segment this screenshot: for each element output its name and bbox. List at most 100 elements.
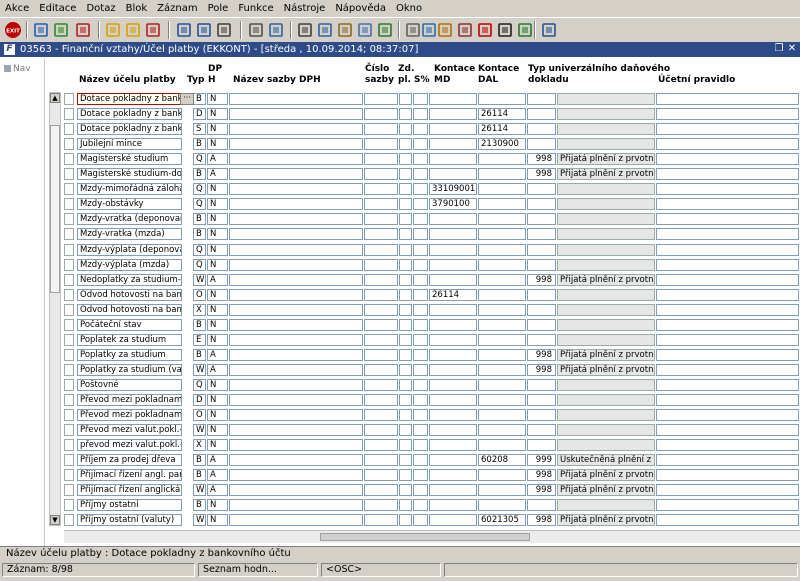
cell-dal[interactable]: 26114 (478, 108, 526, 121)
cell-sazba[interactable] (229, 333, 363, 346)
cell-sazba[interactable] (229, 348, 363, 361)
cell-s[interactable] (413, 258, 428, 271)
cell-s[interactable] (413, 303, 428, 316)
cut-icon[interactable] (296, 21, 314, 39)
cell-s[interactable] (413, 273, 428, 286)
cell-cislo[interactable] (364, 363, 398, 376)
cell-nazev[interactable]: Počáteční stav (77, 318, 182, 331)
cell-typ[interactable]: W (193, 514, 206, 527)
cell-s[interactable] (413, 93, 428, 105)
cell-sazba[interactable] (229, 123, 363, 136)
cell-zd[interactable] (399, 138, 412, 151)
row-indicator[interactable] (64, 303, 74, 316)
cell-zd[interactable] (399, 228, 412, 241)
cell-md[interactable]: 3790100 (429, 198, 477, 211)
cell-dph[interactable]: A (207, 484, 228, 497)
cell-sazba[interactable] (229, 198, 363, 211)
cell-nazev[interactable]: Poplatek za studium (77, 333, 182, 346)
row-indicator[interactable] (64, 333, 74, 346)
query-icon[interactable] (104, 21, 122, 39)
horizontal-scroll-thumb[interactable] (320, 533, 530, 541)
cell-dal[interactable] (478, 243, 526, 256)
cell-nazev[interactable]: Nedoplatky za studium-zahr.st. (77, 273, 182, 286)
cell-ucetni[interactable] (656, 514, 799, 527)
cell-num[interactable] (527, 138, 556, 151)
cell-dal[interactable] (478, 348, 526, 361)
cell-s[interactable] (413, 363, 428, 376)
cell-dph[interactable]: N (207, 333, 228, 346)
row-indicator[interactable] (64, 183, 74, 196)
cell-dal[interactable] (478, 409, 526, 422)
cell-nazev[interactable]: Převod mezi pokladnami-příjem (77, 394, 182, 406)
cell-s[interactable] (413, 243, 428, 256)
cell-cislo[interactable] (364, 273, 398, 286)
row-indicator[interactable] (64, 484, 74, 497)
cell-num[interactable] (527, 303, 556, 316)
cell-dal[interactable] (478, 378, 526, 391)
cell-ucetni[interactable] (656, 333, 799, 346)
cell-nazev[interactable]: Dotace pokladny z bankovního účtu (77, 108, 182, 121)
cell-md[interactable] (429, 108, 477, 121)
cell-zd[interactable] (399, 168, 412, 181)
cell-nazev[interactable]: převod mezi valut.pokl.-výdej (77, 439, 182, 452)
row-indicator[interactable] (64, 258, 74, 271)
cell-num[interactable] (527, 378, 556, 391)
cell-dal[interactable] (478, 469, 526, 482)
cell-s[interactable] (413, 424, 428, 437)
cell-nazev[interactable]: Mzdy-vratka (deponovaná mzda) (77, 213, 182, 226)
cell-typ[interactable]: Q (193, 183, 206, 196)
sort-asc-icon[interactable] (175, 21, 193, 39)
cell-num[interactable]: 998 (527, 514, 556, 527)
cell-sazba[interactable] (229, 138, 363, 151)
cell-ucetni[interactable] (656, 183, 799, 196)
window-title-bar[interactable]: F 03563 - Finanční vztahy/Účel platby (E… (0, 42, 800, 57)
cell-dph[interactable]: A (207, 153, 228, 166)
cell-typ[interactable]: X (193, 439, 206, 452)
cell-dph[interactable]: N (207, 258, 228, 271)
cell-sazba[interactable] (229, 288, 363, 301)
cell-s[interactable] (413, 138, 428, 151)
cell-ucetni[interactable] (656, 138, 799, 151)
cell-typ[interactable]: B (193, 348, 206, 361)
cell-typ[interactable]: W (193, 363, 206, 376)
close-window-button[interactable]: ✕ (786, 43, 798, 55)
cell-sazba[interactable] (229, 394, 363, 406)
cell-num[interactable] (527, 409, 556, 422)
add-record-icon[interactable] (52, 21, 70, 39)
cell-cislo[interactable] (364, 439, 398, 452)
cell-dal[interactable] (478, 484, 526, 497)
cell-typ[interactable]: B (193, 168, 206, 181)
cell-ucetni[interactable] (656, 454, 799, 467)
cell-md[interactable] (429, 153, 477, 166)
scroll-down-button[interactable]: ▼ (50, 515, 60, 525)
cell-md[interactable] (429, 424, 477, 437)
row-indicator[interactable] (64, 499, 74, 512)
row-indicator[interactable] (64, 469, 74, 482)
column-header-typ[interactable]: Typ (187, 75, 204, 86)
cell-dph[interactable]: A (207, 454, 228, 467)
cell-md[interactable] (429, 273, 477, 286)
filter-icon[interactable] (215, 21, 233, 39)
cell-ucetni[interactable] (656, 363, 799, 376)
cell-dph[interactable]: N (207, 183, 228, 196)
cell-dph[interactable]: N (207, 394, 228, 406)
cell-num[interactable] (527, 499, 556, 512)
cell-md[interactable] (429, 409, 477, 422)
cell-dal[interactable] (478, 394, 526, 406)
cell-ucetni[interactable] (656, 108, 799, 121)
cell-nazev[interactable]: Jubilejní mince (77, 138, 182, 151)
cell-dal[interactable] (478, 439, 526, 452)
cell-ucetni[interactable] (656, 258, 799, 271)
cell-zd[interactable] (399, 484, 412, 497)
cell-typ[interactable]: W (193, 484, 206, 497)
cell-sazba[interactable] (229, 469, 363, 482)
cell-dal[interactable]: 6021305 (478, 514, 526, 527)
cell-dph[interactable]: N (207, 514, 228, 527)
cell-cislo[interactable] (364, 469, 398, 482)
cell-num[interactable] (527, 439, 556, 452)
cell-ucetni[interactable] (656, 93, 799, 105)
cell-ucetni[interactable] (656, 288, 799, 301)
cell-dal[interactable] (478, 424, 526, 437)
cell-nazev[interactable]: Převod mezi pokladnami-výdej (77, 409, 182, 422)
cell-num[interactable]: 999 (527, 454, 556, 467)
